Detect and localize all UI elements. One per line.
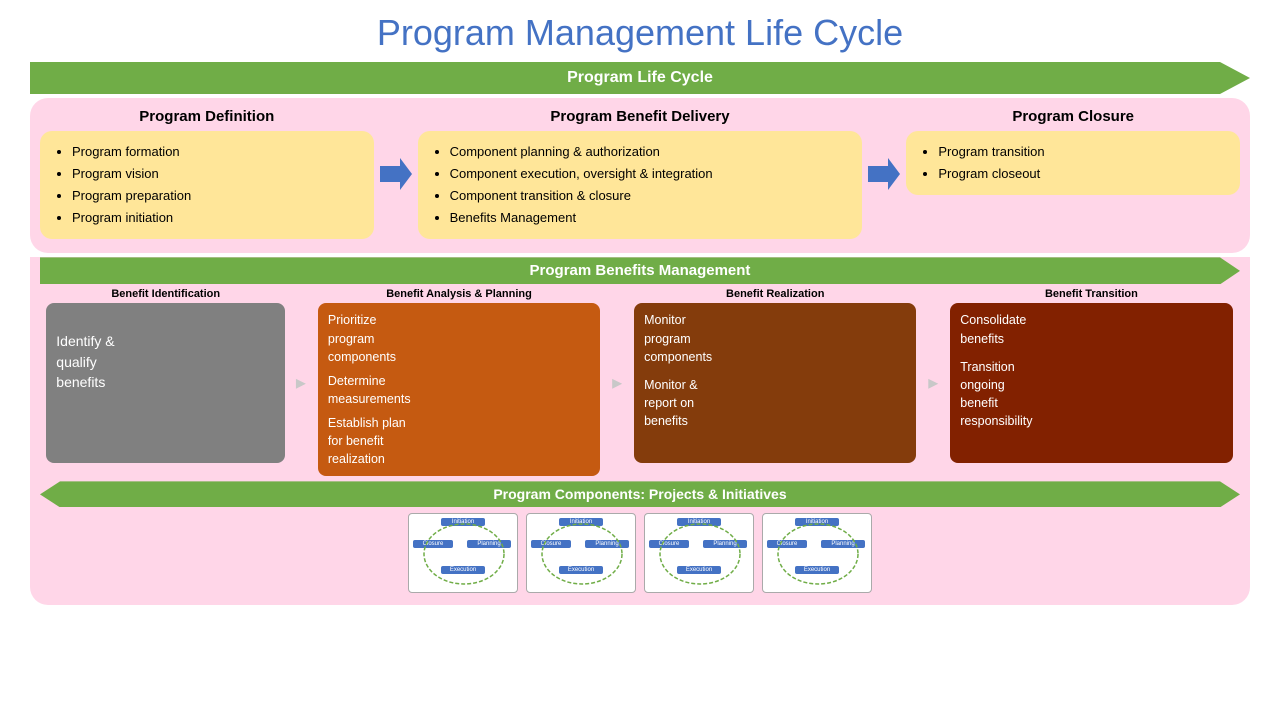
- chevron-3: ▸: [924, 370, 943, 395]
- list-item: Component transition & closure: [450, 185, 849, 207]
- project-diagram-2: Initiation Planning Closure Execution: [526, 513, 636, 593]
- list-item: Component execution, oversight & integra…: [450, 163, 849, 185]
- phase-delivery-title: Program Benefit Delivery: [550, 108, 729, 125]
- benefit-box-transition: Consolidatebenefits Transitionongoingben…: [950, 303, 1232, 463]
- benefit-label-analysis: Benefit Analysis & Planning: [386, 288, 532, 300]
- benefit-label-identification: Benefit Identification: [111, 288, 220, 300]
- benefit-col-analysis: Benefit Analysis & Planning Prioritizepr…: [310, 288, 607, 476]
- phase-closure-box: Program transition Program closeout: [906, 131, 1240, 195]
- benefit-item: Monitor &report onbenefits: [644, 376, 906, 430]
- benefit-col-transition: Benefit Transition Consolidatebenefits T…: [943, 288, 1240, 476]
- arrow-delivery-to-closure: [862, 108, 906, 239]
- project-diagram-3: Initiation Planning Closure Execution: [644, 513, 754, 593]
- phase-delivery: Program Benefit Delivery Component plann…: [418, 108, 863, 239]
- benefit-item: Establish planfor benefitrealization: [328, 414, 590, 468]
- arrow-def-to-delivery: [374, 108, 418, 239]
- chevron-1: ▸: [291, 370, 310, 395]
- list-item: Program vision: [72, 163, 360, 185]
- list-item: Program transition: [938, 141, 1226, 163]
- chevron-2: ▸: [608, 370, 627, 395]
- benefits-columns: Benefit Identification Identify &qualify…: [40, 288, 1240, 476]
- benefit-item: Prioritizeprogramcomponents: [328, 311, 590, 365]
- list-item: Program closeout: [938, 163, 1226, 185]
- phase-definition: Program Definition Program formation Pro…: [40, 108, 374, 239]
- phase-definition-title: Program Definition: [139, 108, 274, 125]
- phase-delivery-box: Component planning & authorization Compo…: [418, 131, 863, 239]
- benefit-item: Determinemeasurements: [328, 372, 590, 408]
- phase-closure: Program Closure Program transition Progr…: [906, 108, 1240, 239]
- benefit-label-realization: Benefit Realization: [726, 288, 824, 300]
- projects-row: Initiation Planning Closure Execution In…: [40, 511, 1240, 595]
- list-item: Benefits Management: [450, 207, 849, 229]
- benefit-item: Identify &qualifybenefits: [56, 331, 275, 392]
- components-bar: Program Components: Projects & Initiativ…: [40, 481, 1240, 507]
- project-diagram-4: Initiation Planning Closure Execution: [762, 513, 872, 593]
- top-section: Program Definition Program formation Pro…: [30, 98, 1250, 253]
- benefit-item: Monitorprogramcomponents: [644, 311, 906, 365]
- benefit-item: Transitionongoingbenefitresponsibility: [960, 358, 1222, 431]
- benefit-item: Consolidatebenefits: [960, 311, 1222, 347]
- project-diagram-1: Initiation Planning Closure Execution: [408, 513, 518, 593]
- benefit-col-realization: Benefit Realization Monitorprogramcompon…: [627, 288, 924, 476]
- bottom-section: Program Benefits Management Benefit Iden…: [30, 257, 1250, 605]
- phase-definition-box: Program formation Program vision Program…: [40, 131, 374, 239]
- benefit-box-analysis: Prioritizeprogramcomponents Determinemea…: [318, 303, 600, 476]
- benefit-label-transition: Benefit Transition: [1045, 288, 1138, 300]
- page-title: Program Management Life Cycle: [0, 0, 1280, 62]
- lifecycle-bar: Program Life Cycle: [30, 62, 1250, 94]
- phase-closure-title: Program Closure: [1012, 108, 1134, 125]
- list-item: Component planning & authorization: [450, 141, 849, 163]
- benefit-box-identification: Identify &qualifybenefits: [46, 303, 285, 463]
- benefits-management-bar: Program Benefits Management: [40, 257, 1240, 284]
- list-item: Program initiation: [72, 207, 360, 229]
- benefit-box-realization: Monitorprogramcomponents Monitor &report…: [634, 303, 916, 463]
- list-item: Program preparation: [72, 185, 360, 207]
- list-item: Program formation: [72, 141, 360, 163]
- benefit-col-identification: Benefit Identification Identify &qualify…: [40, 288, 291, 476]
